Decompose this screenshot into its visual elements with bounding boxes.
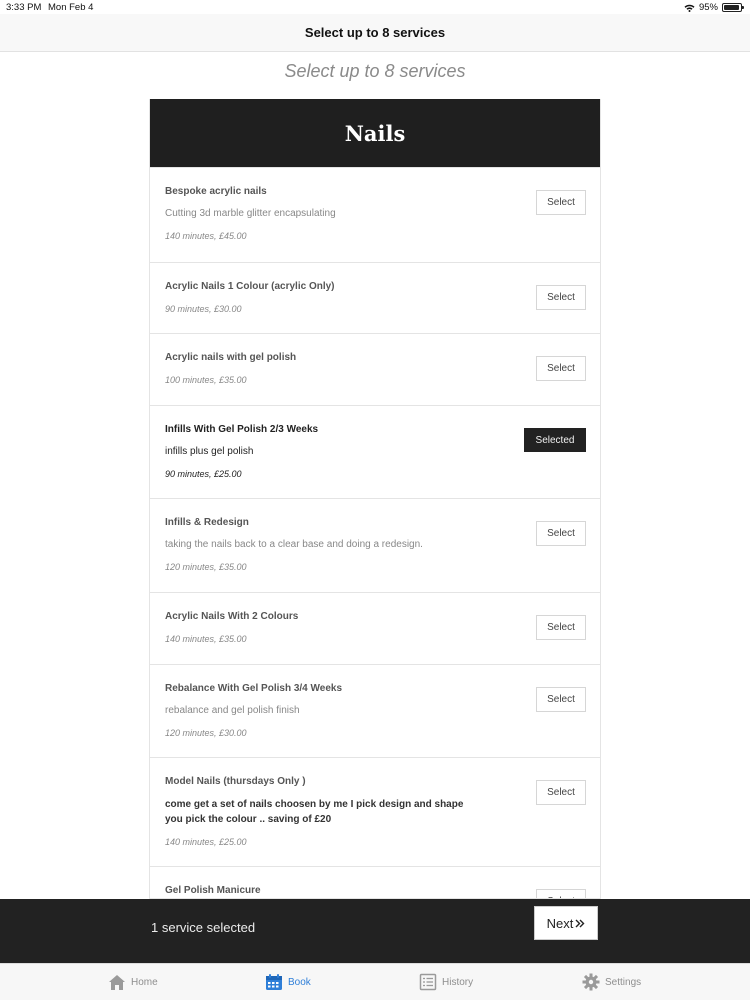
tab-label: Book (288, 976, 311, 988)
service-card: Nails Bespoke acrylic nails Cutting 3d m… (149, 99, 601, 899)
double-chevron-right-icon (575, 919, 585, 927)
category-header: Nails (150, 99, 600, 167)
service-description: come get a set of nails choosen by me I … (165, 799, 464, 825)
service-description: rebalance and gel polish finish (165, 705, 300, 716)
selected-button[interactable]: Selected (524, 428, 586, 452)
select-button[interactable]: Select (536, 889, 586, 898)
nav-title: Select up to 8 services (304, 25, 446, 40)
service-item: Infills & Redesign taking the nails back… (150, 498, 600, 592)
service-name: Infills With Gel Polish 2/3 Weeks (165, 424, 319, 435)
service-meta: 100 minutes, £35.00 (165, 375, 247, 385)
selected-count: 1 service selected (151, 920, 256, 935)
tab-label: History (442, 976, 474, 988)
service-name: Infills & Redesign (165, 517, 249, 528)
service-meta: 140 minutes, £35.00 (165, 634, 247, 644)
service-item: Bespoke acrylic nails Cutting 3d marble … (150, 167, 600, 262)
next-button[interactable]: Next (534, 906, 598, 940)
status-time: 3:33 PM (6, 2, 42, 13)
select-button[interactable]: Select (536, 285, 586, 310)
select-button[interactable]: Select (536, 190, 586, 215)
battery-icon (722, 3, 744, 12)
tab-history[interactable]: History (419, 964, 473, 1000)
service-meta: 90 minutes, £25.00 (165, 469, 242, 479)
tab-book[interactable]: Book (265, 964, 311, 1000)
service-name: Acrylic Nails 1 Colour (acrylic Only) (165, 281, 335, 292)
battery-percent: 95% (698, 2, 718, 13)
service-item: Acrylic Nails 1 Colour (acrylic Only) 90… (150, 262, 600, 333)
wifi-icon (684, 4, 695, 12)
gear-icon (582, 973, 600, 991)
service-meta: 120 minutes, £35.00 (165, 562, 247, 572)
tab-label: Home (131, 976, 158, 988)
service-meta: 140 minutes, £45.00 (165, 231, 247, 241)
service-item: Acrylic nails with gel polish 100 minute… (150, 333, 600, 405)
service-description: Cutting 3d marble glitter encapsulating (165, 208, 336, 219)
select-button[interactable]: Select (536, 521, 586, 546)
select-button[interactable]: Select (536, 780, 586, 805)
service-item: Rebalance With Gel Polish 3/4 Weeks reba… (150, 664, 600, 757)
service-name: Gel Polish Manicure (165, 885, 261, 896)
tab-bar: Home Book History Settings (0, 963, 750, 1000)
page-subtitle: Select up to 8 services (284, 61, 466, 81)
nav-bar: Select up to 8 services (0, 14, 750, 52)
status-bar: 3:33 PM Mon Feb 4 95% (0, 0, 750, 14)
service-name: Rebalance With Gel Polish 3/4 Weeks (165, 683, 343, 694)
tab-settings[interactable]: Settings (582, 964, 641, 1000)
select-button[interactable]: Select (536, 356, 586, 381)
tab-home[interactable]: Home (108, 964, 158, 1000)
service-name: Acrylic Nails With 2 Colours (165, 611, 299, 622)
service-item: Model Nails (thursdays Only ) come get a… (150, 757, 600, 866)
select-button[interactable]: Select (536, 615, 586, 640)
service-name: Model Nails (thursdays Only ) (165, 776, 306, 787)
service-item: Acrylic Nails With 2 Colours 140 minutes… (150, 592, 600, 664)
service-item: Gel Polish Manicure Select (150, 866, 600, 898)
home-icon (109, 974, 125, 990)
status-date: Mon Feb 4 (48, 2, 94, 13)
category-title: Nails (344, 120, 406, 146)
next-label: Next (546, 915, 574, 931)
status-right: 95% (684, 2, 744, 13)
service-description: taking the nails back to a clear base an… (165, 539, 423, 550)
service-meta: 90 minutes, £30.00 (165, 304, 242, 314)
select-button[interactable]: Select (536, 687, 586, 712)
service-meta: 140 minutes, £25.00 (165, 837, 247, 847)
calendar-icon (266, 974, 282, 990)
service-name: Bespoke acrylic nails (165, 186, 267, 197)
list-icon (419, 973, 437, 991)
selection-footer: 1 service selected Next (0, 899, 750, 963)
service-description: infills plus gel polish (165, 446, 254, 457)
service-meta: 120 minutes, £30.00 (165, 728, 247, 738)
tab-label: Settings (605, 976, 642, 988)
service-item-selected: Infills With Gel Polish 2/3 Weeks infill… (150, 405, 600, 498)
service-name: Acrylic nails with gel polish (165, 352, 297, 363)
